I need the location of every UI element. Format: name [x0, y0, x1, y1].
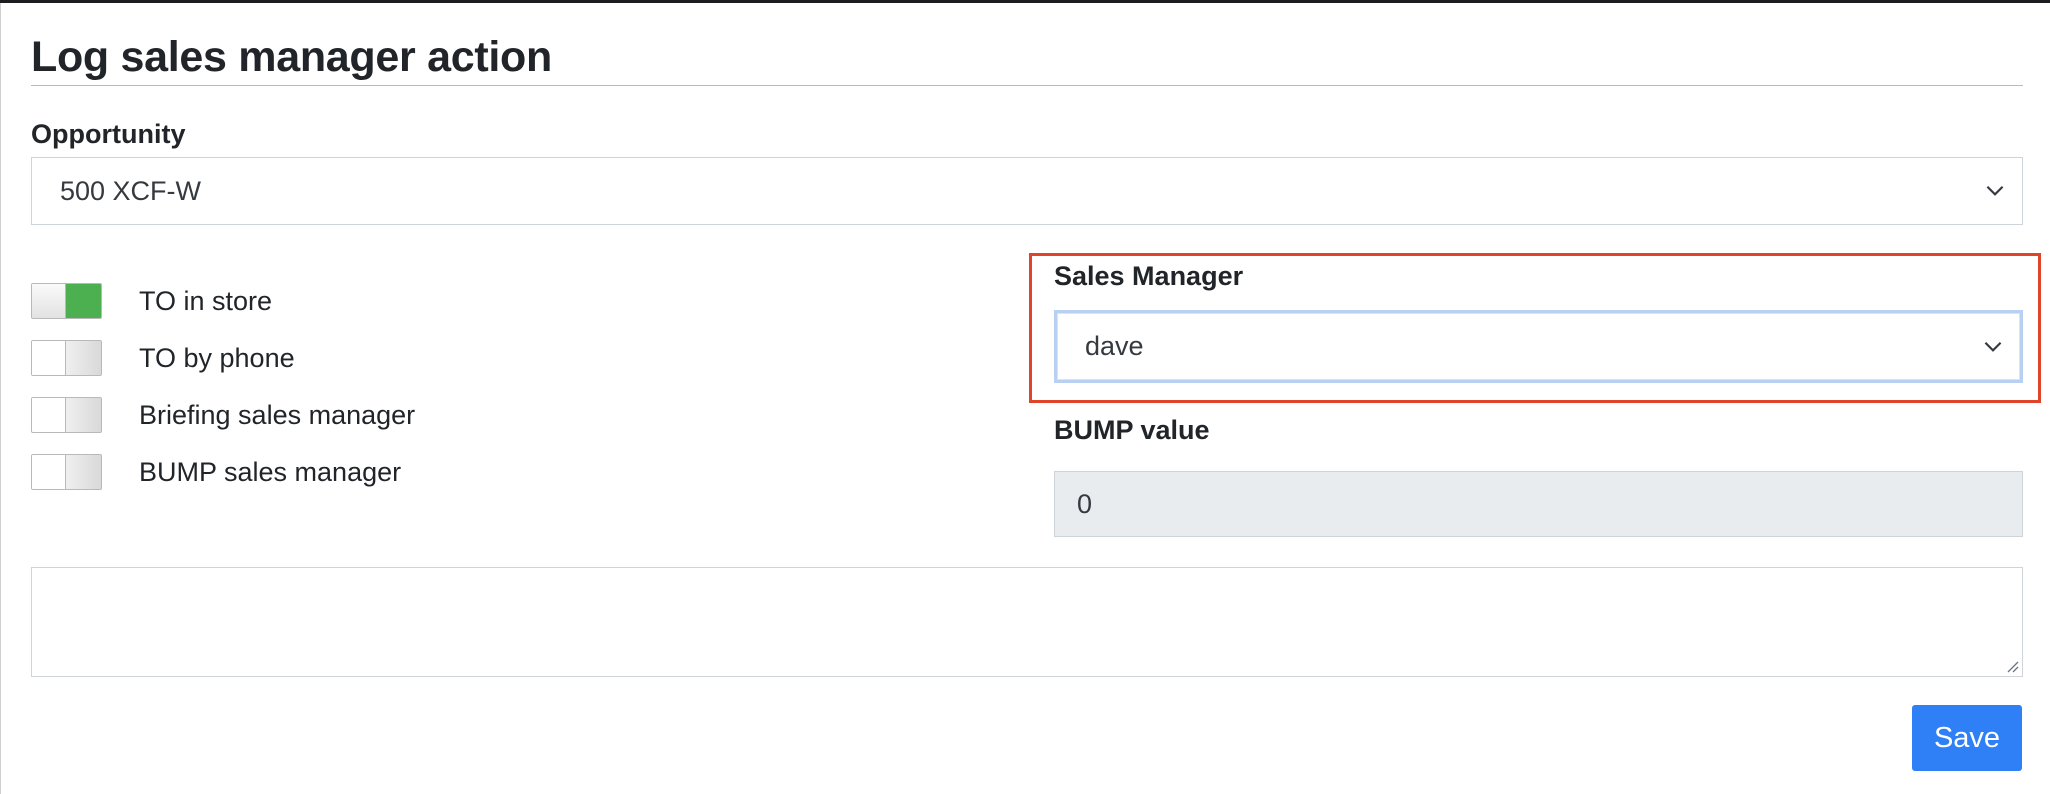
bump-value-input[interactable]: 0 [1054, 471, 2023, 537]
toggle-knob [32, 341, 66, 375]
to-by-phone-toggle[interactable] [31, 340, 102, 376]
to-by-phone-label: TO by phone [139, 342, 295, 373]
modal-title: Log sales manager action [31, 33, 552, 81]
log-sales-manager-action-modal: Log sales manager action Opportunity 500… [0, 3, 2050, 794]
chevron-down-icon [1982, 177, 2008, 203]
toggle-knob [32, 284, 66, 318]
opportunity-label: Opportunity [31, 119, 186, 149]
toggle-knob [32, 455, 66, 489]
to-in-store-label: TO in store [139, 285, 273, 316]
title-divider [31, 85, 2023, 86]
chevron-down-icon [1980, 333, 2006, 359]
toggle-row-bump-sales-manager: BUMP sales manager [31, 454, 401, 490]
bump-value-label: BUMP value [1054, 415, 1210, 445]
toggle-row-briefing-sales-manager: Briefing sales manager [31, 397, 415, 433]
to-in-store-toggle[interactable] [31, 283, 102, 319]
opportunity-selected-value: 500 XCF-W [60, 175, 202, 206]
toggle-knob [32, 398, 66, 432]
toggle-track [65, 341, 101, 375]
bump-sales-manager-label: BUMP sales manager [139, 456, 402, 487]
toggle-row-to-by-phone: TO by phone [31, 340, 295, 376]
toggle-track [65, 455, 101, 489]
bump-sales-manager-toggle[interactable] [31, 454, 102, 490]
toggle-row-to-in-store: TO in store [31, 283, 272, 319]
briefing-sales-manager-toggle[interactable] [31, 397, 102, 433]
resize-grip-icon[interactable] [2005, 659, 2019, 673]
briefing-sales-manager-label: Briefing sales manager [139, 399, 416, 430]
opportunity-select[interactable]: 500 XCF-W [31, 157, 2023, 225]
sales-manager-label: Sales Manager [1054, 261, 1244, 291]
toggle-on-fill [66, 284, 101, 318]
sales-manager-selected-value: dave [1085, 331, 1144, 361]
toggle-track [65, 398, 101, 432]
notes-textarea[interactable] [31, 567, 2023, 677]
sales-manager-select[interactable]: dave [1054, 310, 2023, 383]
bump-value-text: 0 [1077, 488, 1093, 519]
save-button[interactable]: Save [1912, 705, 2022, 771]
